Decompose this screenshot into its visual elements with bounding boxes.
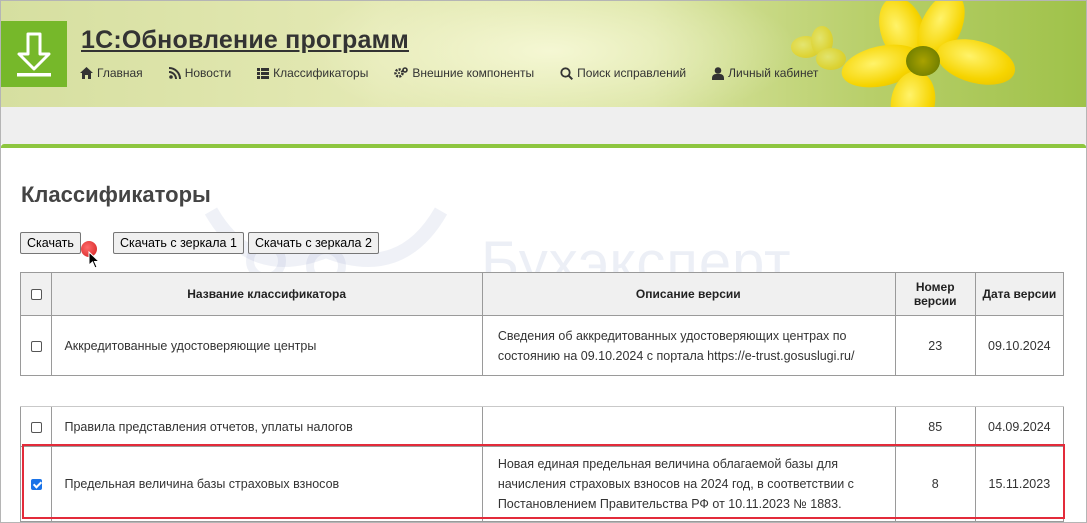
mouse-cursor-icon: [88, 251, 100, 269]
row-name: Правила представления отчетов, уплаты на…: [51, 406, 483, 447]
download-mirror2-button[interactable]: Скачать с зеркала 2: [248, 232, 379, 254]
nav-news[interactable]: Новости: [168, 66, 232, 80]
table-gap: [20, 375, 1064, 407]
row-date: 15.11.2023: [974, 446, 1065, 522]
download-button[interactable]: Скачать: [20, 232, 81, 254]
row-date: 09.10.2024: [974, 315, 1065, 376]
nav-search-fixes-label: Поиск исправлений: [577, 66, 687, 80]
list-icon: [257, 67, 270, 79]
nav-components-label: Внешние компоненты: [412, 66, 535, 80]
row-name: Предельная величина базы страховых взнос…: [51, 446, 483, 522]
table-header-row: Название классификатора Описание версии …: [19, 272, 1065, 316]
nav-account-label: Личный кабинет: [728, 66, 819, 80]
accent-line: [1, 144, 1086, 148]
classifiers-table: Название классификатора Описание версии …: [19, 272, 1065, 522]
header-description[interactable]: Описание версии: [481, 272, 896, 316]
home-icon: [80, 67, 93, 79]
row-checkbox[interactable]: [30, 421, 42, 433]
row-version: 85: [894, 406, 976, 447]
search-icon: [560, 66, 574, 80]
rss-icon: [168, 67, 181, 79]
nav-components[interactable]: Внешние компоненты: [394, 66, 534, 80]
table-row[interactable]: Правила представления отчетов, уплаты на…: [19, 406, 1065, 447]
row-description: [481, 406, 896, 447]
site-title[interactable]: 1С:Обновление программ: [81, 26, 409, 55]
row-checkbox-cell: [19, 446, 53, 522]
nav-home-label: Главная: [97, 66, 143, 80]
table-row[interactable]: Аккредитованные удостоверяющие центры Св…: [19, 315, 1065, 376]
row-checkbox-cell: [19, 315, 53, 376]
nav-account[interactable]: Личный кабинет: [712, 66, 818, 80]
header-version[interactable]: Номер версии: [894, 272, 976, 316]
row-version: 23: [894, 315, 976, 376]
nav-search-fixes[interactable]: Поиск исправлений: [560, 66, 686, 80]
row-checkbox-cell: [19, 406, 53, 447]
header-date[interactable]: Дата версии: [974, 272, 1065, 316]
site-logo[interactable]: [1, 21, 67, 87]
nav-classifiers[interactable]: Классификаторы: [257, 66, 368, 80]
row-description: Сведения об аккредитованных удостоверяющ…: [481, 315, 896, 376]
gears-icon: [394, 67, 409, 78]
row-checkbox-checked[interactable]: [30, 479, 42, 491]
site-header: 1С:Обновление программ Главная Новости К…: [1, 1, 1086, 107]
header-name[interactable]: Название классификатора: [51, 272, 483, 316]
select-all-checkbox[interactable]: [30, 289, 42, 301]
nav-news-label: Новости: [184, 66, 232, 80]
download-mirror1-button[interactable]: Скачать с зеркала 1: [113, 232, 244, 254]
row-date: 04.09.2024: [974, 406, 1065, 447]
user-icon: [712, 66, 725, 80]
nav-home[interactable]: Главная: [80, 66, 143, 80]
sub-bar: [1, 107, 1086, 144]
row-description: Новая единая предельная величина облагае…: [481, 446, 896, 522]
page-title: Классификаторы: [21, 182, 211, 207]
row-version: 8: [894, 446, 976, 522]
nav-classifiers-label: Классификаторы: [273, 66, 369, 80]
row-name: Аккредитованные удостоверяющие центры: [51, 315, 483, 376]
main-nav: Главная Новости Классификаторы Внешние к…: [80, 66, 844, 80]
page-frame: 1С:Обновление программ Главная Новости К…: [0, 0, 1087, 523]
table-row-selected[interactable]: Предельная величина базы страховых взнос…: [19, 446, 1065, 522]
select-all-cell: [19, 272, 53, 316]
download-icon: [17, 32, 51, 77]
row-checkbox[interactable]: [30, 340, 42, 352]
